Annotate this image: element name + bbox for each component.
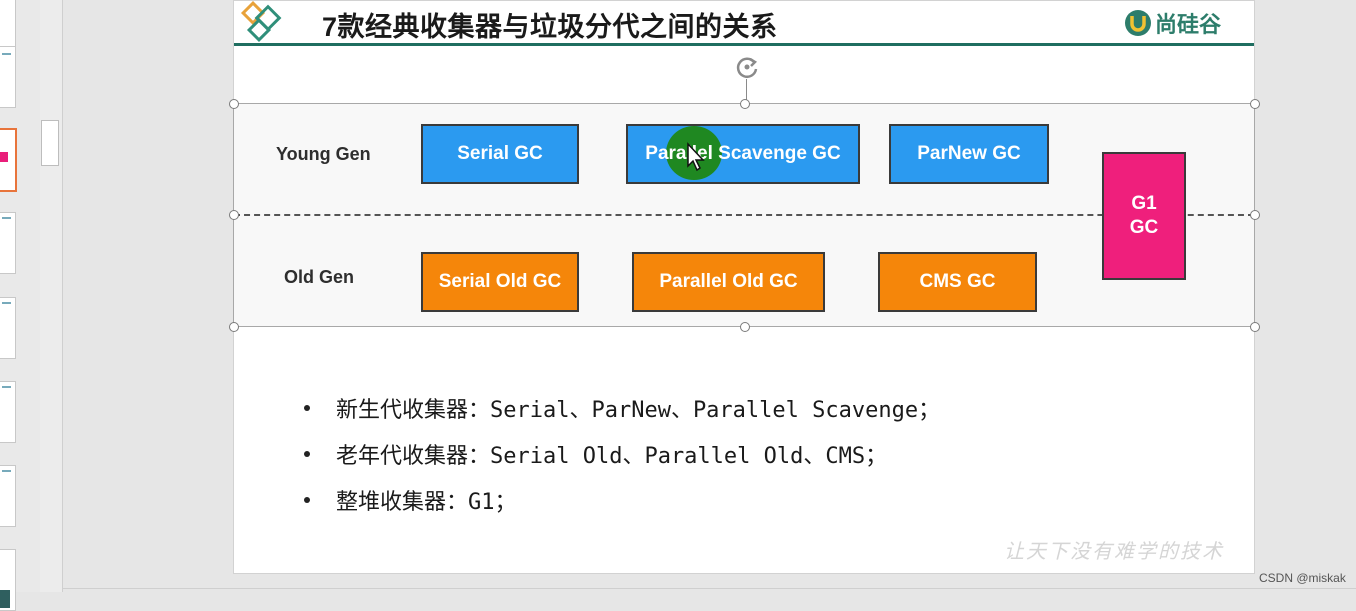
watermark: CSDN @miskak	[1259, 571, 1346, 585]
cms-gc-box[interactable]: CMS GC	[878, 252, 1037, 312]
serial-old-gc-label: Serial Old GC	[438, 271, 562, 292]
resize-handle-top[interactable]	[740, 99, 750, 109]
list-item: 老年代收集器：Serial Old、Parallel Old、CMS；	[304, 431, 940, 477]
title-underline	[234, 43, 1254, 46]
slide-thumbnail[interactable]	[0, 297, 16, 359]
resize-handle-left[interactable]	[229, 210, 239, 220]
rotate-connector	[746, 79, 747, 101]
resize-handle-bottom-left[interactable]	[229, 322, 239, 332]
thumbnail-scrollbar[interactable]	[40, 0, 63, 592]
list-item: 整堆收集器：G1；	[304, 477, 940, 523]
resize-handle-right[interactable]	[1250, 210, 1260, 220]
cursor-icon	[687, 142, 705, 172]
list-item: 新生代收集器：Serial、ParNew、Parallel Scavenge；	[304, 385, 940, 431]
brand-logo: 尚硅谷	[1124, 7, 1221, 39]
resize-handle-top-right[interactable]	[1250, 99, 1260, 109]
parnew-gc-label: ParNew GC	[917, 143, 1021, 164]
parallel-old-gc-label: Parallel Old GC	[659, 271, 798, 292]
generation-divider	[234, 214, 1254, 216]
parallel-old-gc-box[interactable]: Parallel Old GC	[632, 252, 825, 312]
diagram-group[interactable]: Young Gen Old Gen Serial GC Parallel Sca…	[229, 99, 1260, 332]
brand-u-icon	[1125, 10, 1151, 36]
slide-thumbnail-active[interactable]	[0, 128, 17, 192]
g1-gc-label-line1: G1	[1131, 193, 1157, 214]
parallel-scavenge-gc-box[interactable]: Parallel Scavenge GC	[626, 124, 860, 184]
bullet-icon	[304, 451, 310, 457]
resize-handle-top-left[interactable]	[229, 99, 239, 109]
bullet-text: 整堆收集器：G1；	[336, 490, 517, 515]
scrollbar-thumb[interactable]	[41, 120, 59, 166]
slide-motto: 让天下没有难学的技术	[1004, 539, 1224, 563]
bullet-text: 新生代收集器：Serial、ParNew、Parallel Scavenge；	[336, 398, 941, 423]
bullet-list[interactable]: 新生代收集器：Serial、ParNew、Parallel Scavenge； …	[304, 385, 940, 523]
slide-thumbnail-panel	[0, 0, 41, 611]
slide-thumbnail[interactable]	[0, 381, 16, 443]
bullet-text: 老年代收集器：Serial Old、Parallel Old、CMS；	[336, 444, 888, 469]
slide-thumbnail[interactable]	[0, 212, 16, 274]
slide-thumbnail[interactable]	[0, 0, 16, 48]
old-gen-label: Old Gen	[284, 267, 355, 287]
young-gen-label: Young Gen	[276, 144, 371, 164]
diamond-logo-icon	[240, 1, 282, 43]
slide-canvas[interactable]: 7款经典收集器与垃圾分代之间的关系 尚硅谷 Young Gen Old Gen …	[229, 0, 1260, 574]
bullet-icon	[304, 405, 310, 411]
rotate-icon[interactable]	[733, 53, 761, 81]
parnew-gc-box[interactable]: ParNew GC	[889, 124, 1049, 184]
serial-gc-label: Serial GC	[457, 143, 543, 164]
bullet-icon	[304, 497, 310, 503]
parallel-scavenge-gc-label: Parallel Scavenge GC	[645, 143, 841, 164]
slide-thumbnail[interactable]	[0, 549, 16, 611]
divider	[63, 588, 1356, 589]
resize-handle-bottom[interactable]	[740, 322, 750, 332]
cms-gc-label: CMS GC	[919, 271, 996, 292]
serial-old-gc-box[interactable]: Serial Old GC	[421, 252, 579, 312]
slide-thumbnail[interactable]	[0, 465, 16, 527]
resize-handle-bottom-right[interactable]	[1250, 322, 1260, 332]
slide-title[interactable]: 7款经典收集器与垃圾分代之间的关系	[322, 5, 778, 44]
g1-gc-box[interactable]: G1 GC	[1102, 152, 1186, 280]
brand-name: 尚硅谷	[1155, 12, 1222, 37]
serial-gc-box[interactable]: Serial GC	[421, 124, 579, 184]
slide-thumbnail[interactable]	[0, 46, 16, 108]
g1-gc-label-line2: GC	[1129, 217, 1159, 238]
